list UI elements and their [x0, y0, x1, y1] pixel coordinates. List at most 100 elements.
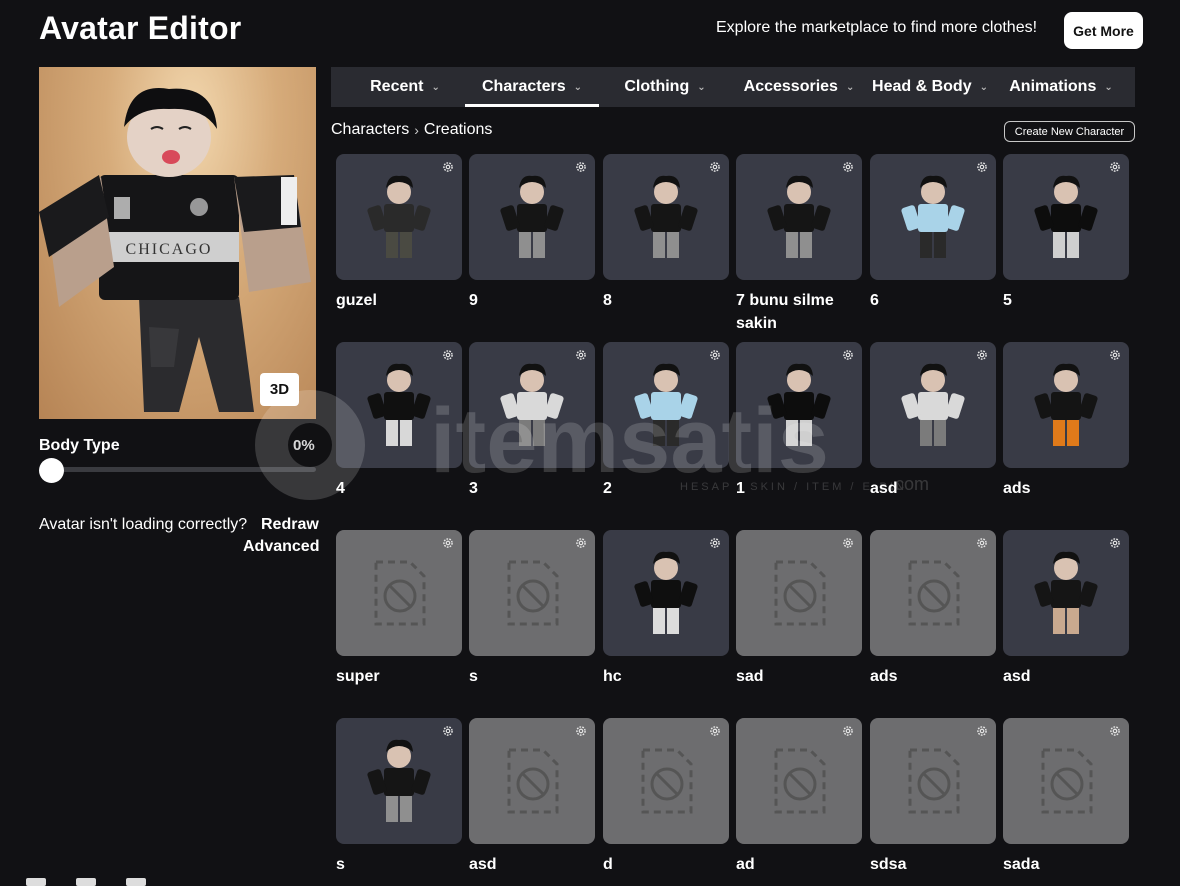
gear-icon[interactable]: [574, 160, 588, 174]
character-card[interactable]: asd: [469, 718, 595, 876]
tab-accessories[interactable]: Accessories ⌄: [731, 67, 867, 107]
gear-icon[interactable]: [975, 724, 989, 738]
character-card[interactable]: s: [336, 718, 462, 876]
loading-help-text: Avatar isn't loading correctly?: [39, 516, 248, 533]
character-thumbnail[interactable]: [469, 342, 595, 468]
tab-characters[interactable]: Characters ⌄: [465, 67, 599, 107]
tab-label: Recent: [370, 78, 424, 95]
create-new-character-button[interactable]: Create New Character: [1004, 121, 1135, 142]
character-thumbnail[interactable]: [736, 342, 862, 468]
gear-icon[interactable]: [441, 160, 455, 174]
gear-icon[interactable]: [1108, 536, 1122, 550]
character-thumbnail[interactable]: [603, 718, 729, 844]
character-card[interactable]: ads: [870, 530, 996, 688]
gear-icon[interactable]: [1108, 348, 1122, 362]
body-type-slider[interactable]: [51, 467, 316, 472]
character-thumbnail[interactable]: [1003, 718, 1129, 844]
chevron-down-icon: ⌄: [845, 81, 855, 93]
gear-icon[interactable]: [574, 536, 588, 550]
character-thumbnail[interactable]: [736, 154, 862, 280]
gear-icon[interactable]: [574, 724, 588, 738]
character-card[interactable]: d: [603, 718, 729, 876]
character-thumbnail[interactable]: [336, 342, 462, 468]
character-thumbnail[interactable]: [336, 154, 462, 280]
tab-animations[interactable]: Animations ⌄: [993, 67, 1129, 107]
gear-icon[interactable]: [1108, 160, 1122, 174]
character-thumbnail[interactable]: [870, 342, 996, 468]
gear-icon[interactable]: [441, 348, 455, 362]
character-thumbnail[interactable]: [870, 718, 996, 844]
character-thumbnail[interactable]: [336, 718, 462, 844]
character-card[interactable]: ad: [736, 718, 862, 876]
character-thumbnail[interactable]: [469, 154, 595, 280]
character-thumbnail[interactable]: [469, 530, 595, 656]
character-card[interactable]: ads: [1003, 342, 1129, 500]
gear-icon[interactable]: [441, 724, 455, 738]
character-card[interactable]: 2: [603, 342, 729, 500]
settings-icon[interactable]: [126, 878, 146, 886]
character-card[interactable]: hc: [603, 530, 729, 688]
character-name: s: [336, 856, 345, 873]
character-thumbnail[interactable]: [469, 718, 595, 844]
character-thumbnail[interactable]: [736, 718, 862, 844]
character-card[interactable]: 9: [469, 154, 595, 312]
tab-recent[interactable]: Recent ⌄: [345, 67, 465, 107]
character-card[interactable]: guzel: [336, 154, 462, 312]
gear-icon[interactable]: [708, 160, 722, 174]
tab-clothing[interactable]: Clothing ⌄: [599, 67, 731, 107]
character-name: 5: [1003, 292, 1012, 309]
character-name: 3: [469, 480, 478, 497]
svg-text:CHICAGO: CHICAGO: [126, 241, 213, 258]
body-type-slider-handle[interactable]: [39, 458, 64, 483]
character-card[interactable]: sdsa: [870, 718, 996, 876]
gear-icon[interactable]: [708, 348, 722, 362]
gear-icon[interactable]: [708, 536, 722, 550]
character-thumbnail[interactable]: [1003, 530, 1129, 656]
character-card[interactable]: 6: [870, 154, 996, 312]
view-3d-toggle-button[interactable]: 3D: [260, 373, 299, 406]
character-thumbnail[interactable]: [336, 530, 462, 656]
character-card[interactable]: asd: [1003, 530, 1129, 688]
gear-icon[interactable]: [975, 348, 989, 362]
character-card[interactable]: 3: [469, 342, 595, 500]
gear-icon[interactable]: [441, 536, 455, 550]
character-card[interactable]: sad: [736, 530, 862, 688]
character-thumbnail[interactable]: [603, 530, 729, 656]
gear-icon[interactable]: [841, 536, 855, 550]
redraw-link[interactable]: Redraw: [261, 516, 319, 534]
character-name: 9: [469, 292, 478, 309]
character-thumbnail[interactable]: [736, 530, 862, 656]
character-thumbnail[interactable]: [870, 530, 996, 656]
edit-icon[interactable]: [26, 878, 46, 886]
gear-icon[interactable]: [708, 724, 722, 738]
character-card[interactable]: asd: [870, 342, 996, 500]
character-thumbnail[interactable]: [1003, 154, 1129, 280]
message-icon[interactable]: [76, 878, 96, 886]
gear-icon[interactable]: [841, 348, 855, 362]
character-thumbnail[interactable]: [603, 154, 729, 280]
character-card[interactable]: s: [469, 530, 595, 688]
character-card[interactable]: 7 bunu silme sakin: [736, 154, 862, 335]
character-card[interactable]: 4: [336, 342, 462, 500]
avatar-preview[interactable]: CHICAGO 3D: [39, 67, 316, 419]
character-card[interactable]: 5: [1003, 154, 1129, 312]
character-card[interactable]: 8: [603, 154, 729, 312]
tab-head-body[interactable]: Head & Body ⌄: [867, 67, 993, 107]
gear-icon[interactable]: [975, 160, 989, 174]
character-thumbnail[interactable]: [1003, 342, 1129, 468]
character-card[interactable]: super: [336, 530, 462, 688]
breadcrumb-root[interactable]: Characters: [331, 121, 409, 139]
character-card[interactable]: sada: [1003, 718, 1129, 876]
advanced-link[interactable]: Advanced: [243, 538, 319, 556]
gear-icon[interactable]: [975, 536, 989, 550]
character-card[interactable]: 1: [736, 342, 862, 500]
gear-icon[interactable]: [574, 348, 588, 362]
gear-icon[interactable]: [1108, 724, 1122, 738]
page-title: Avatar Editor: [39, 10, 242, 46]
get-more-button[interactable]: Get More: [1064, 12, 1143, 49]
character-name: ads: [870, 668, 898, 685]
character-thumbnail[interactable]: [603, 342, 729, 468]
character-thumbnail[interactable]: [870, 154, 996, 280]
gear-icon[interactable]: [841, 160, 855, 174]
gear-icon[interactable]: [841, 724, 855, 738]
